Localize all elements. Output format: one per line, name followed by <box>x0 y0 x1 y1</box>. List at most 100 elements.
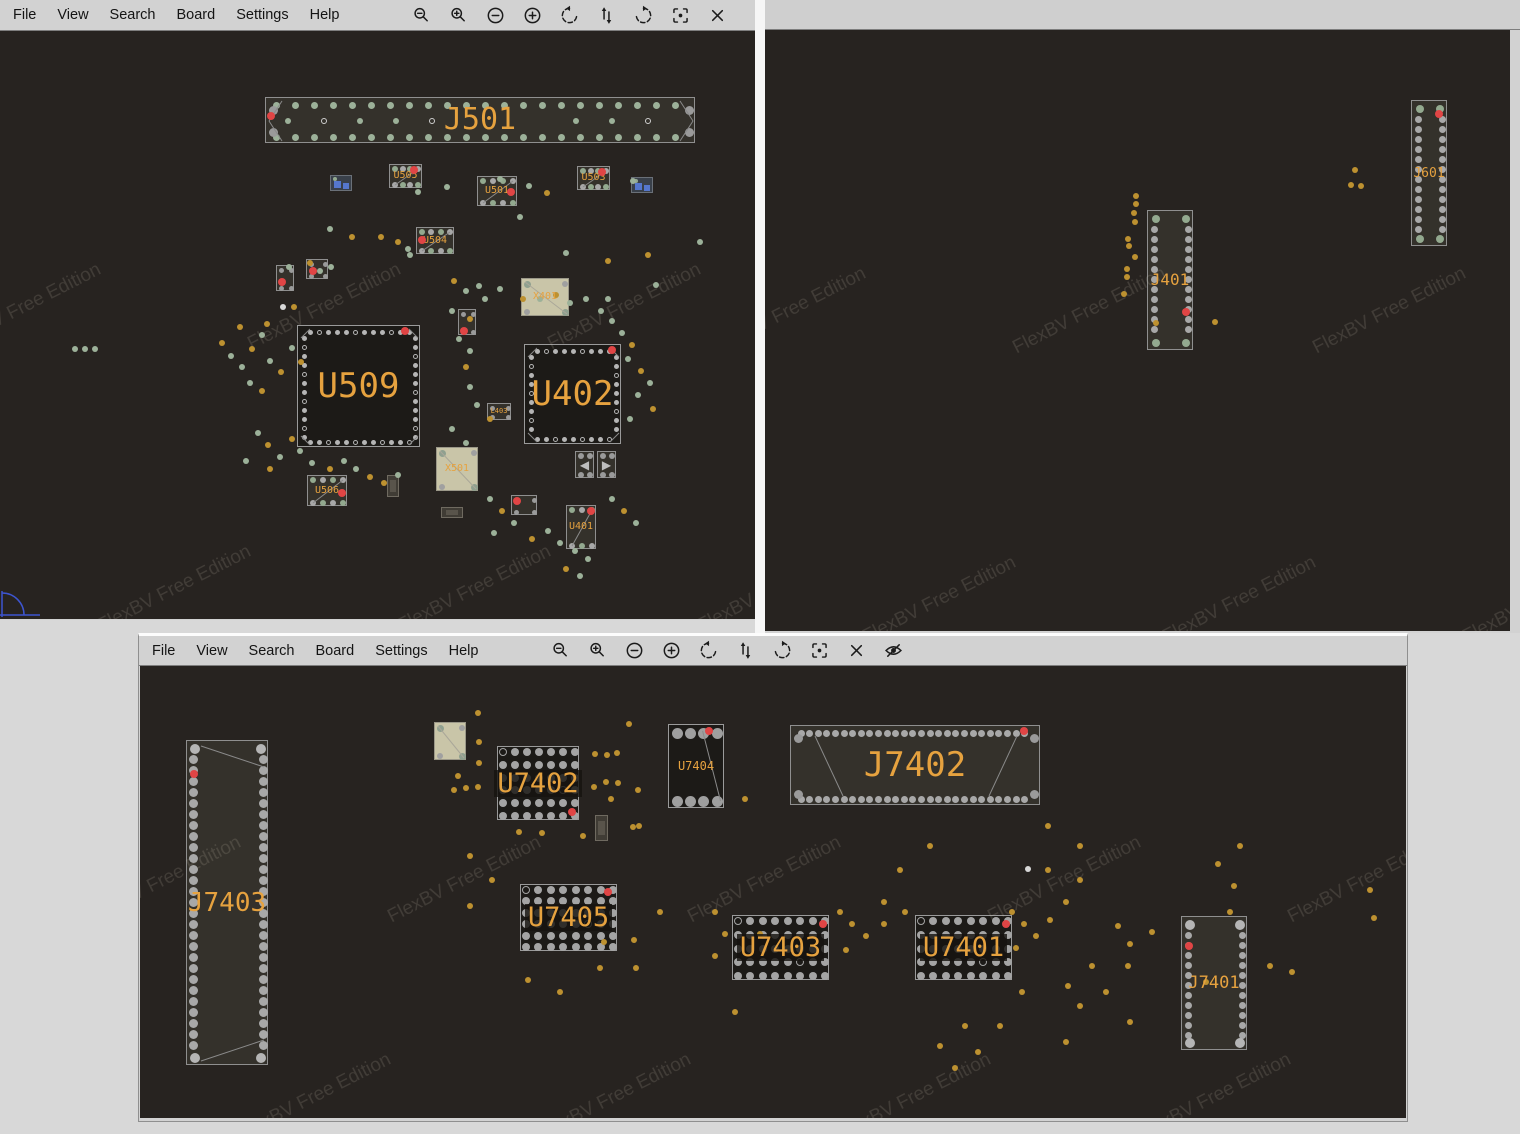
test-point[interactable] <box>603 779 609 785</box>
test-point[interactable] <box>1289 969 1295 975</box>
component-J7401[interactable]: J7401 <box>1181 916 1247 1050</box>
test-point[interactable] <box>962 1023 968 1029</box>
test-point[interactable] <box>1132 254 1138 260</box>
test-point[interactable] <box>636 823 642 829</box>
component-U7402[interactable]: U7402 <box>497 746 579 820</box>
test-point[interactable] <box>650 406 656 412</box>
zoom-out-button[interactable] <box>549 640 571 662</box>
test-point[interactable] <box>881 921 887 927</box>
test-point[interactable] <box>732 1009 738 1015</box>
test-point[interactable] <box>557 540 563 546</box>
component-C1[interactable] <box>330 175 352 191</box>
test-point[interactable] <box>264 321 270 327</box>
test-point[interactable] <box>1127 1019 1133 1025</box>
test-point[interactable] <box>557 989 563 995</box>
test-point[interactable] <box>1153 320 1159 326</box>
test-point[interactable] <box>307 260 313 266</box>
test-point[interactable] <box>476 739 482 745</box>
menu-search[interactable]: Search <box>249 643 295 659</box>
test-point[interactable] <box>997 1023 1003 1029</box>
component-C6[interactable] <box>511 495 537 515</box>
test-point[interactable] <box>497 176 503 182</box>
test-point[interactable] <box>1371 915 1377 921</box>
menu-board[interactable]: Board <box>316 643 355 659</box>
test-point[interactable] <box>219 340 225 346</box>
test-point[interactable] <box>722 931 728 937</box>
test-point[interactable] <box>1077 843 1083 849</box>
component-C5[interactable] <box>458 309 476 335</box>
test-point[interactable] <box>635 787 641 793</box>
test-point[interactable] <box>1063 899 1069 905</box>
test-point[interactable] <box>487 496 493 502</box>
zoom-out-button[interactable] <box>410 4 432 26</box>
center-target-button[interactable] <box>669 4 691 26</box>
test-point[interactable] <box>228 353 234 359</box>
test-point[interactable] <box>1348 182 1354 188</box>
test-point[interactable] <box>1203 979 1209 985</box>
test-point[interactable] <box>757 931 763 937</box>
test-point[interactable] <box>467 853 473 859</box>
component-J7402[interactable]: J7402 <box>790 725 1040 805</box>
menu-search[interactable]: Search <box>110 7 156 23</box>
test-point[interactable] <box>583 296 589 302</box>
test-point[interactable] <box>697 239 703 245</box>
component-R2[interactable] <box>441 507 463 518</box>
test-point[interactable] <box>1047 917 1053 923</box>
test-point[interactable] <box>629 342 635 348</box>
test-point[interactable] <box>526 183 532 189</box>
test-point[interactable] <box>937 1043 943 1049</box>
test-point[interactable] <box>1358 183 1364 189</box>
component-Y7401[interactable] <box>434 722 466 760</box>
test-point[interactable] <box>249 346 255 352</box>
test-point[interactable] <box>927 843 933 849</box>
test-point[interactable] <box>487 416 493 422</box>
test-point[interactable] <box>605 258 611 264</box>
test-point[interactable] <box>367 474 373 480</box>
component-D1[interactable]: ◀ <box>575 451 594 478</box>
test-point[interactable] <box>449 426 455 432</box>
component-J7403[interactable]: J7403 <box>186 740 268 1065</box>
component-U506[interactable]: U506 <box>307 475 347 506</box>
component-U503[interactable]: U503 <box>577 166 610 190</box>
test-point[interactable] <box>517 214 523 220</box>
test-point[interactable] <box>580 833 586 839</box>
test-point[interactable] <box>280 304 286 310</box>
test-point[interactable] <box>482 296 488 302</box>
test-point[interactable] <box>1045 867 1051 873</box>
test-point[interactable] <box>463 288 469 294</box>
test-point[interactable] <box>572 548 578 554</box>
component-X501[interactable]: X501 <box>436 447 478 491</box>
test-point[interactable] <box>1103 989 1109 995</box>
close-button[interactable] <box>706 4 728 26</box>
test-point[interactable] <box>881 899 887 905</box>
test-point[interactable] <box>647 380 653 386</box>
test-point[interactable] <box>525 977 531 983</box>
test-point[interactable] <box>630 178 636 184</box>
component-X401[interactable]: X401 <box>521 278 569 316</box>
test-point[interactable] <box>1227 909 1233 915</box>
test-point[interactable] <box>291 304 297 310</box>
test-point[interactable] <box>415 189 421 195</box>
component-R1[interactable] <box>387 475 399 497</box>
test-point[interactable] <box>255 430 261 436</box>
test-point[interactable] <box>863 933 869 939</box>
component-D2[interactable]: ▶ <box>597 451 616 478</box>
test-point[interactable] <box>475 710 481 716</box>
component-U7401[interactable]: U7401 <box>915 915 1012 980</box>
test-point[interactable] <box>395 239 401 245</box>
test-point[interactable] <box>619 330 625 336</box>
test-point[interactable] <box>544 190 550 196</box>
test-point[interactable] <box>497 286 503 292</box>
test-point[interactable] <box>1115 923 1121 929</box>
menu-file[interactable]: File <box>152 643 175 659</box>
rotate-cw-button[interactable] <box>632 4 654 26</box>
test-point[interactable] <box>633 520 639 526</box>
plus-circle-button[interactable] <box>660 640 682 662</box>
test-point[interactable] <box>476 760 482 766</box>
component-U401[interactable]: U401 <box>566 505 596 549</box>
test-point[interactable] <box>1367 887 1373 893</box>
test-point[interactable] <box>657 909 663 915</box>
pcb-canvas-top-right[interactable]: FlexBV Free EditionFlexBV Free EditionFl… <box>765 30 1510 631</box>
test-point[interactable] <box>297 448 303 454</box>
test-point[interactable] <box>267 358 273 364</box>
